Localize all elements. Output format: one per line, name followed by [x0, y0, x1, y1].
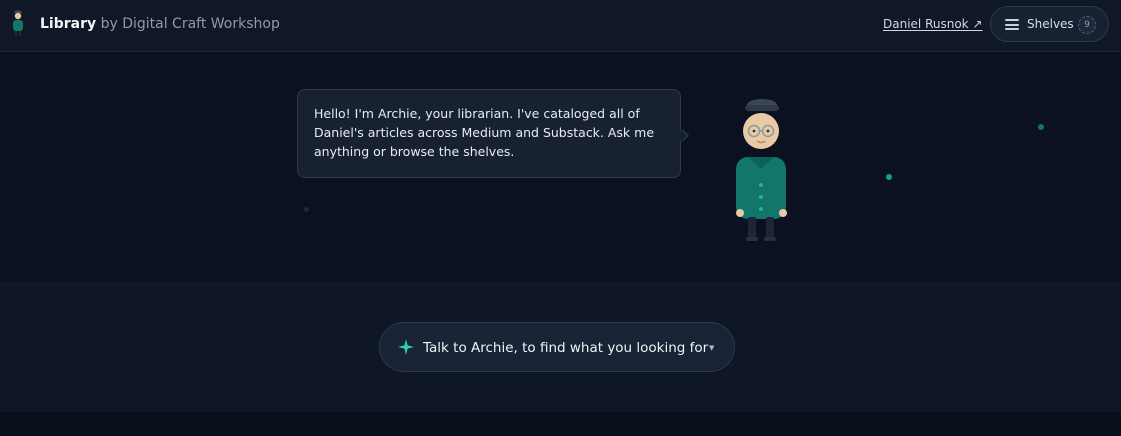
shelves-button[interactable]: Shelves 9	[990, 6, 1109, 42]
brand-suffix: by Digital Craft Workshop	[100, 16, 280, 32]
shelves-label: Shelves	[1027, 17, 1074, 31]
author-link[interactable]: Daniel Rusnok ↗	[883, 16, 983, 32]
talk-to-archie-button[interactable]: Talk to Archie, to find what you looking…	[379, 322, 735, 372]
decorative-dot	[886, 174, 892, 180]
menu-icon	[1005, 19, 1019, 30]
decorative-dot	[304, 207, 309, 212]
footer-strip	[0, 412, 1121, 436]
top-bar: Library by Digital Craft Workshop Daniel…	[0, 0, 1121, 52]
archie-message: Hello! I'm Archie, your librarian. I've …	[314, 106, 655, 159]
brand-name: Library	[40, 16, 97, 32]
librarian-avatar[interactable]	[732, 97, 792, 245]
talk-to-archie-label: Talk to Archie, to find what you looking…	[423, 340, 709, 356]
shelves-count-badge: 9	[1078, 16, 1096, 34]
librarian-logo-icon	[13, 10, 23, 36]
decorative-dot	[1038, 124, 1044, 130]
speech-bubble: Hello! I'm Archie, your librarian. I've …	[297, 89, 681, 178]
chevron-down-icon: ▼	[709, 344, 715, 352]
sparkle-icon	[398, 339, 414, 355]
brand-title[interactable]: Library by Digital Craft Workshop	[40, 15, 280, 33]
